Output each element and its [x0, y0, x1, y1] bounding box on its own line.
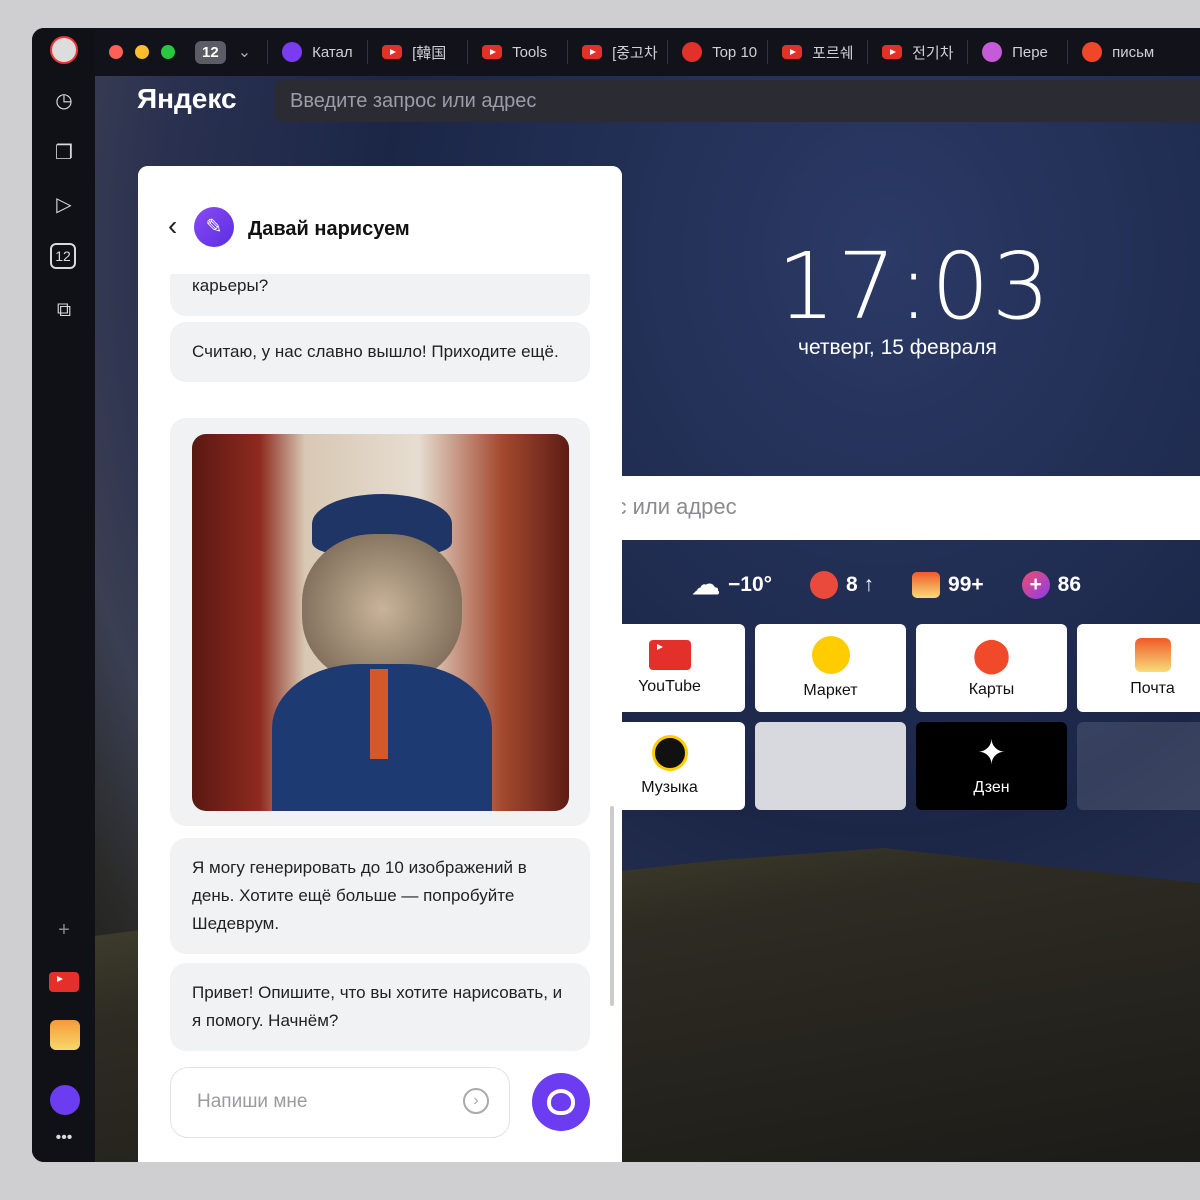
clock-red-icon: [682, 42, 703, 62]
tab[interactable]: [韓国: [367, 40, 467, 64]
tab[interactable]: Top 10: [667, 40, 767, 64]
market-icon: [811, 636, 850, 674]
send-icon[interactable]: ›: [463, 1088, 489, 1114]
newtab-search-input[interactable]: рос или адрес: [587, 476, 1200, 540]
tab[interactable]: 전기차: [867, 40, 967, 64]
close-window-button[interactable]: [109, 45, 123, 59]
tab-label: Катал: [312, 43, 353, 61]
tab-bar: 12 ⌄ Катал [韓国 Tools [중고차 Top 10 포르쉐 전기차 Пере пи…: [95, 28, 1200, 76]
tile-folder[interactable]: [755, 722, 906, 810]
yandex-icon: [1082, 42, 1103, 62]
profile-avatar[interactable]: [50, 36, 78, 64]
speed-dial: YouTube Маркет ⬤ Карты Почта Музыка ✦ Дзен: [594, 624, 1200, 810]
tab-label: 포르쉐: [812, 44, 854, 62]
tab-label: письм: [1112, 43, 1155, 61]
alice-sidebar-icon[interactable]: [50, 1085, 80, 1115]
sidebar: ◷ ❐ ▷ 12 ⧉ + •••: [32, 28, 95, 1162]
map-pin-icon: ⬤: [972, 636, 1011, 674]
more-icon[interactable]: •••: [50, 1124, 78, 1152]
tab-label: [韓国: [412, 44, 447, 62]
scrollbar[interactable]: [610, 806, 614, 1006]
youtube-icon: [648, 640, 691, 670]
mail-icon: [1134, 638, 1171, 672]
back-icon[interactable]: ‹: [168, 210, 177, 242]
tab[interactable]: письм: [1067, 40, 1167, 64]
address-bar[interactable]: Введите запрос или адрес: [274, 80, 1200, 122]
tab[interactable]: Tools: [467, 40, 567, 64]
dzen-star-icon: ✦: [977, 734, 1006, 772]
tile-label: Почта: [1130, 680, 1175, 697]
traffic-icon: [810, 570, 839, 599]
weather-snow-icon: ☁: [692, 569, 720, 600]
tile-mail[interactable]: Почта: [1077, 624, 1200, 712]
tab-label: 전기차: [912, 44, 954, 62]
browser-window: ◷ ❐ ▷ 12 ⧉ + ••• 12 ⌄ Катал [韓国 Tools [중고차 T…: [32, 28, 1200, 1162]
tab-label: Top 10: [712, 43, 758, 61]
plus-value: 86: [1057, 572, 1082, 596]
youtube-icon: [482, 45, 503, 59]
tile-market[interactable]: Маркет: [755, 624, 906, 712]
chat-message: Считаю, у нас славно вышло! Приходите ещ…: [170, 322, 590, 382]
collections-icon[interactable]: ❐: [50, 138, 78, 166]
youtube-icon: [582, 45, 603, 59]
alice-icon: [547, 1089, 575, 1115]
tab[interactable]: Катал: [267, 40, 367, 64]
generated-cat-image[interactable]: [192, 434, 569, 811]
tile-dzen[interactable]: ✦ Дзен: [916, 722, 1067, 810]
traffic-value: 8 ↑: [846, 572, 875, 596]
tile-label: YouTube: [638, 678, 701, 695]
tab[interactable]: 포르쉐: [767, 40, 867, 64]
tile-empty[interactable]: [1077, 722, 1200, 810]
widgets-row: ☁ −10° 8 ↑ 99+ +86: [692, 568, 1081, 601]
alice-voice-button[interactable]: [532, 1073, 590, 1131]
youtube-icon: [882, 45, 903, 59]
tab[interactable]: Пере: [967, 40, 1067, 64]
panel-header: ‹ ✎ Давай нарисуем: [138, 166, 622, 274]
mail-sidebar-icon[interactable]: [50, 1020, 80, 1050]
mail-value: 99+: [948, 572, 984, 596]
history-icon[interactable]: ◷: [50, 86, 78, 114]
screenshot-icon[interactable]: ⧉: [50, 296, 78, 324]
youtube-icon: [382, 45, 403, 59]
video-play-icon[interactable]: ▷: [50, 190, 78, 218]
mail-icon: [912, 571, 941, 598]
weather-value: −10°: [728, 572, 773, 596]
add-icon[interactable]: +: [50, 916, 78, 944]
clock: 17:03: [777, 233, 1053, 340]
tab-count-badge[interactable]: 12: [195, 40, 226, 64]
translate-icon: [982, 42, 1003, 62]
weather-widget[interactable]: ☁ −10°: [692, 568, 772, 601]
date: четверг, 15 февраля: [798, 336, 997, 359]
music-icon: [651, 735, 688, 771]
tile-label: Музыка: [641, 779, 698, 796]
panel-title: Давай нарисуем: [248, 218, 410, 240]
mail-widget[interactable]: 99+: [912, 568, 984, 601]
tile-label: Маркет: [803, 682, 858, 699]
tile-label: Карты: [968, 681, 1015, 698]
yandex-logo: Яндекс: [137, 83, 237, 114]
maximize-window-button[interactable]: [161, 45, 175, 59]
tab-label: Tools: [512, 43, 548, 61]
input-placeholder: Напиши мне: [197, 1091, 308, 1112]
alice-icon: [282, 42, 303, 62]
alice-panel: ‹ ✎ Давай нарисуем карьеры? Считаю, у на…: [138, 166, 622, 1162]
brush-icon: ✎: [194, 207, 234, 247]
tabs-count-icon[interactable]: 12: [50, 243, 76, 269]
tab[interactable]: [중고차: [567, 40, 667, 64]
chat-message: Привет! Опишите, что вы хотите нарисоват…: [170, 963, 590, 1051]
youtube-sidebar-icon[interactable]: [49, 968, 79, 996]
minimize-window-button[interactable]: [135, 45, 149, 59]
plus-icon: +: [1021, 570, 1050, 599]
tab-label: Пере: [1012, 43, 1048, 61]
tab-label: [중고차: [612, 44, 658, 62]
chat-message: Я могу генерировать до 10 изображений в …: [170, 838, 590, 954]
message-input[interactable]: Напиши мне ›: [170, 1067, 510, 1138]
tile-maps[interactable]: ⬤ Карты: [916, 624, 1067, 712]
traffic-widget[interactable]: 8 ↑: [810, 568, 874, 601]
youtube-icon: [782, 45, 803, 59]
plus-widget[interactable]: +86: [1021, 568, 1082, 601]
chevron-down-icon[interactable]: ⌄: [238, 42, 251, 62]
tile-label: Дзен: [973, 779, 1010, 796]
